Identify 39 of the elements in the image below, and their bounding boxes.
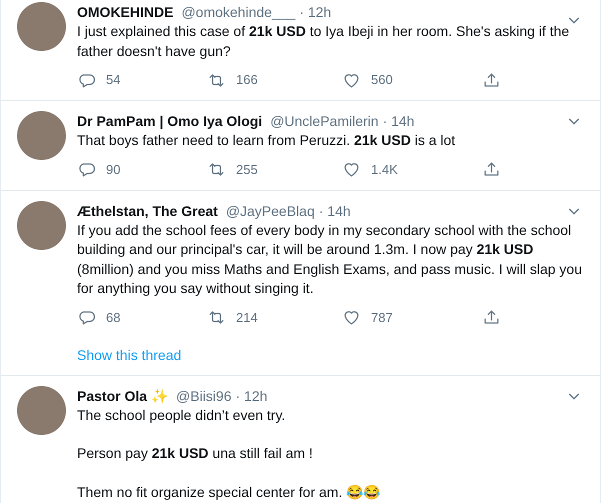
tweet-text: The school people didn’t even try. (77, 406, 286, 425)
tweet-text: Them no fit organize special center for am. 😂😂 (77, 482, 382, 502)
handle[interactable]: @UnclePamilerin (270, 111, 379, 131)
tweet-card[interactable]: Pastor Ola ✨ @Biisi96 · 12h The school people didn’t even try. Person pay 21k USD una still fail am ! Them no fit organize special center for am. 😂😂 (1, 376, 600, 503)
count: 214 (236, 308, 258, 327)
count: 90 (106, 160, 120, 179)
count: 1.4K (371, 160, 398, 179)
show-thread-link[interactable]: Show this thread (77, 344, 182, 364)
sparkle-emoji: ✨ (151, 386, 168, 406)
heart-icon[interactable] (342, 308, 361, 327)
avatar[interactable] (17, 200, 66, 250)
avatar[interactable] (17, 111, 66, 160)
timestamp[interactable]: · 12h (299, 2, 332, 22)
avatar[interactable] (17, 386, 66, 434)
tweet-text: I just explained this case of 21k USD to Iya Ibeji in her room. She's asking if the father doesn't have gun? (77, 22, 570, 61)
timestamp[interactable]: · 14h (318, 200, 351, 220)
tweet-text: If you add the school fees of every body in my secondary school with the school building and our principal's car, it will be around 1.3m. I now pay 21k USD (8million) and you miss Maths and English Exams, and pass music. I will slap you for anything you say without singing it. (77, 220, 582, 298)
count: 787 (371, 308, 393, 327)
timestamp[interactable]: · 12h (235, 386, 268, 406)
handle[interactable]: @Biisi96 (176, 386, 232, 406)
avatar[interactable] (17, 2, 66, 51)
handle[interactable]: @JayPeeBlaq (226, 200, 315, 220)
display-name[interactable]: Pastor Ola (77, 386, 148, 406)
count: 54 (106, 71, 120, 90)
handle[interactable]: @omokehinde___ (181, 2, 296, 22)
count: 255 (236, 160, 258, 179)
heart-icon[interactable] (342, 160, 361, 179)
share-icon[interactable] (482, 70, 501, 90)
tweet-text: Person pay 21k USD una still fail am ! (77, 444, 314, 463)
count: 166 (236, 71, 258, 90)
count: 68 (106, 308, 120, 327)
display-name[interactable]: OMOKEHINDE (77, 2, 174, 22)
tweet-card[interactable] (1, 190, 600, 376)
display-name[interactable]: Æthelstan, The Great (77, 200, 218, 220)
count: 560 (371, 71, 393, 90)
tweet-text: That boys father need to learn from Peruzzi. 21k USD is a lot (77, 131, 456, 150)
display-name[interactable]: Dr PamPam | Omo Iya Ologi (77, 111, 262, 131)
tweet-card[interactable]: OMOKEHINDE @omokehinde___ · 12h I just explained this case of 21k USD to Iya Ibeji in her room. She's asking if the father doesn't have gun? 54 166 560 (1, 0, 600, 101)
timestamp[interactable]: · 14h (382, 111, 414, 131)
